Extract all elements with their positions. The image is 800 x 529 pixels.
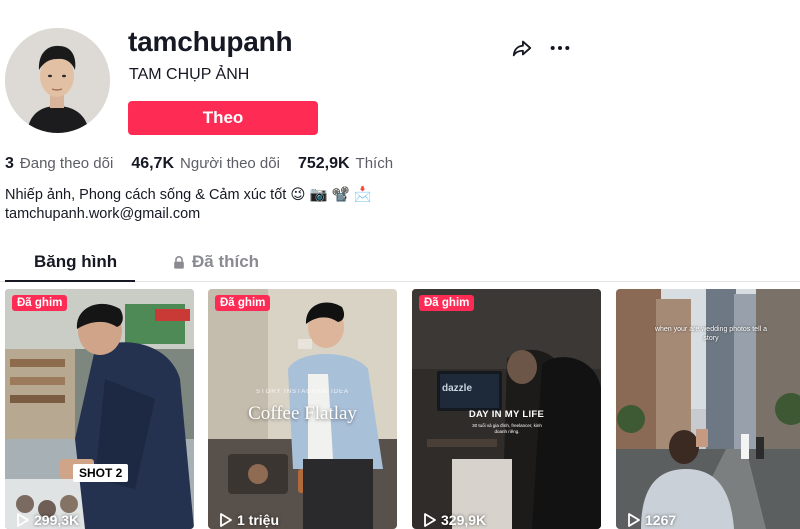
view-count: 329,9K [424, 512, 486, 528]
pinned-badge: Đã ghim [419, 295, 475, 311]
video-overlay-text: DAY IN MY LIFE [468, 409, 545, 420]
likes-label: Thích [355, 155, 394, 172]
nickname: TAM CHỤP ẢNH [129, 66, 250, 83]
username: tamchupanh [128, 26, 293, 57]
bio-text: Nhiếp ảnh, Phong cách sống & Cảm xúc tốt… [5, 187, 372, 203]
video-thumbnail [5, 289, 194, 529]
play-icon [220, 513, 232, 527]
profile-tabs: Băng hình Đã thích [0, 246, 800, 282]
follow-button[interactable]: Theo [128, 101, 318, 135]
video-overlay-caption: STORY INSTAGRAM IDEA [256, 389, 349, 395]
share-icon[interactable] [511, 37, 533, 59]
view-count: 299,3K [17, 512, 79, 528]
view-count: 1267 [628, 512, 676, 528]
followers-count[interactable]: 46,7K [131, 155, 174, 173]
video-card[interactable]: when your are wedding photos tell a stor… [616, 289, 800, 529]
video-overlay-text: SHOT 2 [73, 464, 129, 482]
video-card[interactable]: Đã ghim dazzle DAY IN MY LIFE 30 tuổi và… [412, 289, 601, 529]
view-count-value: 329,9K [441, 512, 487, 528]
avatar-photo [5, 28, 110, 133]
view-count: 1 triệu [220, 512, 279, 528]
screen-text: dazzle [442, 383, 473, 394]
lock-icon [174, 255, 184, 269]
video-overlay-text: Coffee Flatlay [248, 403, 357, 424]
more-icon[interactable] [549, 37, 571, 59]
view-count-value: 1 triệu [237, 512, 280, 528]
play-icon [17, 513, 29, 527]
video-overlay-caption: 30 tuổi và gia đình, freelancer, kinh do… [472, 423, 542, 434]
tab-liked-label: Đã thích [192, 252, 260, 271]
bio-email: tamchupanh.work@gmail.com [5, 206, 201, 222]
play-icon [628, 513, 640, 527]
profile-stats: 3 Đang theo dõi 46,7K Người theo dõi 752… [5, 155, 411, 173]
video-grid: Đã ghim SHOT 2 299,3K Đã ghim STORY INST… [5, 289, 800, 529]
view-count-value: 299,3K [34, 512, 80, 528]
pinned-badge: Đã ghim [12, 295, 68, 311]
followers-label[interactable]: Người theo dõi [180, 155, 280, 172]
play-icon [424, 513, 436, 527]
pinned-badge: Đã ghim [215, 295, 271, 311]
likes-count: 752,9K [297, 155, 350, 172]
following-count[interactable]: 3 [5, 155, 14, 173]
following-label[interactable]: Đang theo dõi [20, 155, 113, 172]
avatar[interactable] [5, 28, 110, 133]
video-card[interactable]: Đã ghim STORY INSTAGRAM IDEA Coffee Flat… [208, 289, 397, 529]
tab-liked[interactable]: Đã thích [172, 252, 259, 272]
tab-videos[interactable]: Băng hình [34, 252, 117, 272]
video-card[interactable]: Đã ghim SHOT 2 299,3K [5, 289, 194, 529]
active-tab-indicator [5, 280, 135, 282]
video-overlay-text: when your are wedding photos tell a stor… [654, 326, 768, 342]
view-count-value: 1267 [645, 512, 677, 528]
